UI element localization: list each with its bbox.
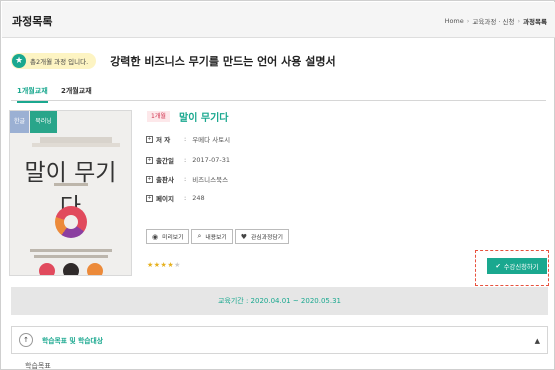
page-frame: 과정목록 Home › 교육과정 · 신청 › 과정목록 ★ 총2개월 과정 입… [0,0,555,370]
section-heading-peek: 학습목표 [25,362,51,370]
textbook-tabs: 1개월교재 2개월교재 [11,84,546,103]
bullet-icon: + [146,194,153,202]
apply-course-button[interactable]: ✔ 수강신청하기 [487,258,547,274]
arrow-up-icon: ↑ [19,333,33,347]
bullet-icon: + [146,135,153,143]
level-tag: 1개월 [147,111,170,122]
tab-month-1[interactable]: 1개월교재 [17,86,48,103]
cover-badge [39,263,55,275]
info-pages: + 페이지 : 248 [146,194,205,203]
cover-subtitle [32,143,120,147]
top-header: 과정목록 Home › 교육과정 · 신청 › 과정목록 [2,2,555,38]
info-value: 비즈니스북스 [192,176,229,184]
book-cover: 한글 북러닝 말이 무기다 [9,110,132,276]
heart-icon: ♥ [240,232,247,241]
info-publisher: + 출판사 : 비즈니스북스 [146,175,229,184]
accordion-label: 학습목표 및 학습대상 [42,337,104,345]
info-label: 저 자 [156,136,171,144]
info-author: + 저 자 : 우메다 사토시 [146,135,231,144]
star-icon: ★★★★ [147,261,175,269]
info-label: 출판사 [156,176,174,184]
info-value: 우메다 사토시 [192,136,231,144]
cover-quote [30,249,112,252]
book-title: 말이 무기다 [179,113,229,124]
course-title: 강력한 비즈니스 무기를 만드는 언어 사용 설명서 [110,55,336,68]
info-value: 248 [192,194,205,202]
cover-badge [63,263,79,275]
breadcrumb: Home › 교육과정 · 신청 › 과정목록 [445,16,547,26]
accordion-learning-goals[interactable]: ↑ 학습목표 및 학습대상 ▲ [11,326,548,354]
course-period: 교육기간 : 2020.04.01 ~ 2020.05.31 [11,287,548,315]
check-icon: ✔ [495,262,501,270]
breadcrumb-current: 과정목록 [523,18,547,26]
cover-circle-graphic [55,206,87,238]
caret-up-icon[interactable]: ▲ [535,337,540,345]
cover-badge [87,263,103,275]
add-wishlist-button[interactable]: ♥ 관심과정담기 [234,229,289,244]
book-actions: ◉ 미리보기 ⌕ 내용보기 ♥ 관심과정담기 [146,229,289,244]
badge-text: 총2개월 과정 입니다. [30,58,89,66]
info-label: 페이지 [156,195,174,203]
star-empty-icon: ★ [174,261,181,269]
course-heading: ★ 총2개월 과정 입니다. 강력한 비즈니스 무기를 만드는 언어 사용 설명… [11,51,336,71]
breadcrumb-home[interactable]: Home [445,17,464,25]
info-label: 출간일 [156,157,174,165]
search-icon: ⌕ [197,232,202,240]
eye-icon: ◉ [152,232,159,241]
info-publish-date: + 출간일 : 2017-07-31 [146,156,230,165]
bullet-icon: + [146,175,153,183]
info-value: 2017-07-31 [192,156,230,164]
breadcrumb-category[interactable]: 교육과정 · 신청 [472,16,514,26]
star-icon: ★ [12,54,26,68]
breadcrumb-separator: › [466,17,470,25]
rating-stars: ★★★★★ [147,261,181,269]
language-tag: 한글 [10,111,29,133]
cover-quote [34,255,108,258]
bullet-icon: + [146,156,153,164]
cover-author [54,183,88,186]
page-title: 과정목록 [12,15,53,28]
course-duration-badge: ★ 총2개월 과정 입니다. [11,53,97,69]
breadcrumb-separator: › [517,17,521,25]
tab-month-2[interactable]: 2개월교재 [61,86,92,101]
view-contents-button[interactable]: ⌕ 내용보기 [191,229,233,244]
preview-button[interactable]: ◉ 미리보기 [146,229,190,244]
book-learning-tag: 북러닝 [30,111,57,133]
